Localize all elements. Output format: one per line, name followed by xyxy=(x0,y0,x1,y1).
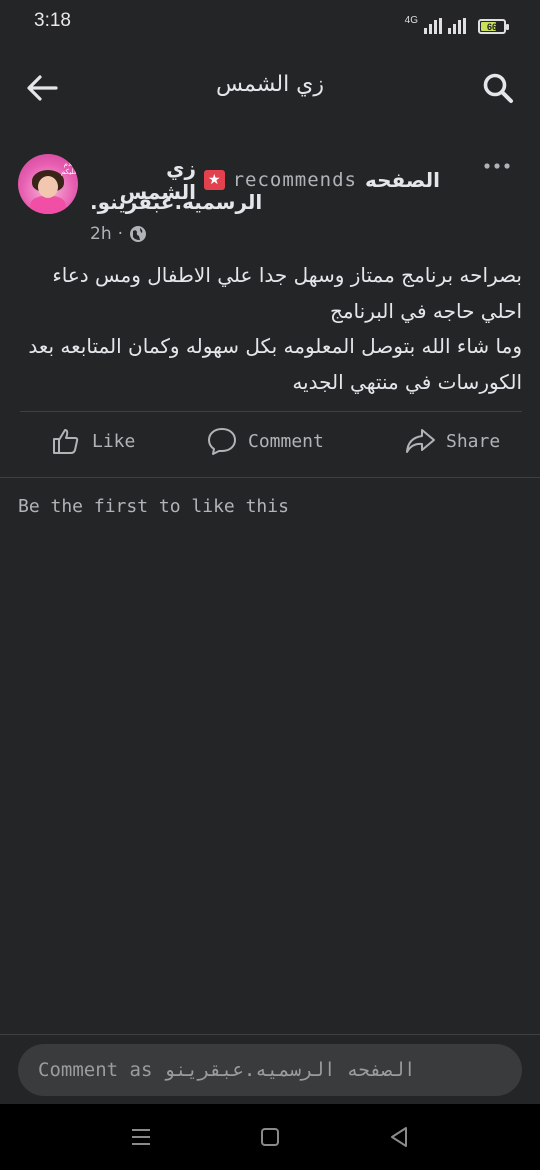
comment-button[interactable]: Comment xyxy=(206,425,324,457)
comment-composer xyxy=(0,1034,540,1104)
battery-icon: 66 xyxy=(478,19,509,34)
page-title: زي الشمس xyxy=(215,72,325,97)
share-label: Share xyxy=(446,430,501,452)
recent-apps-icon[interactable] xyxy=(128,1124,154,1150)
thumbs-up-icon xyxy=(53,429,79,454)
recommended-page-name[interactable]: الصفحه xyxy=(365,168,440,192)
signal-icon xyxy=(424,18,442,34)
avatar-body xyxy=(30,196,66,214)
search-icon[interactable] xyxy=(480,70,516,106)
signal-icon-2 xyxy=(448,18,466,34)
divider xyxy=(20,411,522,412)
battery-label: 66 xyxy=(486,21,497,32)
share-button[interactable]: Share xyxy=(404,425,500,457)
home-icon[interactable] xyxy=(257,1124,283,1150)
post-body-line: الكورسات في منتهي الجديه xyxy=(292,369,522,394)
back-nav-icon[interactable] xyxy=(386,1124,412,1150)
recommendation-badge-icon: ★ xyxy=(204,170,225,190)
avatar-face xyxy=(38,176,58,198)
comment-input[interactable] xyxy=(18,1044,522,1096)
status-bar: 3:18 4G 66 xyxy=(0,0,540,50)
post-body: بصراحه برنامج ممتاز وسهل جدا علي الاطفال… xyxy=(20,258,522,400)
post-time[interactable]: 2h xyxy=(90,224,112,244)
recommends-text: recommends xyxy=(232,169,357,191)
recommended-page-name-cont[interactable]: الرسميه.عبقرينو. xyxy=(90,190,262,214)
divider xyxy=(0,477,540,478)
post-meta: 2h · xyxy=(90,224,147,244)
like-button[interactable]: Like xyxy=(50,425,135,457)
system-nav-bar xyxy=(0,1104,540,1170)
avatar-text: سلام عليكم xyxy=(60,160,78,176)
more-options-icon[interactable] xyxy=(482,156,512,176)
reactions-summary[interactable]: Be the first to like this xyxy=(18,496,289,517)
post-body-line: بصراحه برنامج ممتاز وسهل جدا علي الاطفال… xyxy=(52,263,522,287)
comment-label: Comment xyxy=(248,430,324,452)
network-type-label: 4G xyxy=(404,15,418,26)
meta-dot: · xyxy=(117,224,123,244)
status-icons: 4G 66 xyxy=(404,12,509,34)
like-label: Like xyxy=(92,430,136,452)
status-time: 3:18 xyxy=(34,10,71,31)
post-actions: Like Comment Share xyxy=(0,425,540,465)
comment-icon xyxy=(208,428,236,455)
share-icon xyxy=(406,429,435,453)
avatar[interactable]: سلام عليكم xyxy=(18,154,78,214)
post-body-line: احلي حاجه في البرنامج xyxy=(329,298,522,323)
top-bar: زي الشمس xyxy=(0,60,540,116)
globe-icon xyxy=(130,226,146,242)
post-body-line: وما شاء الله بتوصل المعلومه بكل سهوله وك… xyxy=(28,334,522,358)
